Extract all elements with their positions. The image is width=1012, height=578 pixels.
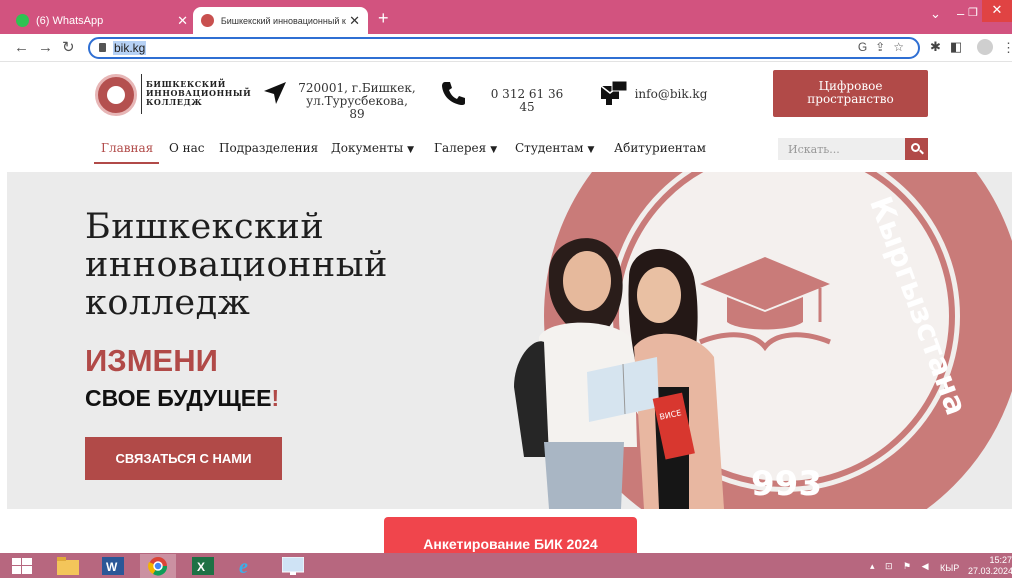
- hero-change-text: ИЗМЕНИ: [85, 343, 218, 378]
- email-icon: [600, 80, 628, 105]
- tab-college-title: Бишкекский инновационный к: [220, 15, 346, 26]
- students-photo: ВИСЕ: [514, 238, 724, 509]
- hero-banner: Кыргызстана 993 ВИСЕ Бишкекский инноваци…: [7, 172, 1012, 509]
- hero-future-label: СВОЕ БУДУЩЕЕ: [85, 385, 272, 411]
- bookmark-star-icon[interactable]: ☆: [893, 40, 912, 54]
- digital-space-line-2: пространство: [807, 92, 894, 106]
- nav-item-gallery[interactable]: Галерея ▼: [434, 141, 497, 155]
- system-tray-icons[interactable]: ▴ ⊡ ⚑ ◀: [870, 561, 933, 572]
- close-tab-icon[interactable]: ✕: [177, 13, 188, 29]
- address-bar[interactable]: bik.kg G⇪☆: [88, 37, 920, 59]
- new-tab-button[interactable]: +: [378, 9, 389, 27]
- hero-title-line-1: Бишкекский: [85, 207, 325, 247]
- nav-item-home[interactable]: Главная: [101, 141, 153, 155]
- side-panel-icon[interactable]: ◧: [950, 39, 971, 54]
- contact-us-button[interactable]: СВЯЗАТЬСЯ С НАМИ: [85, 437, 282, 480]
- windows-start-icon[interactable]: [12, 558, 32, 574]
- nav-item-departments[interactable]: Подразделения: [219, 141, 318, 155]
- hero-future-text: СВОЕ БУДУЩЕЕ!: [85, 385, 279, 412]
- reload-icon[interactable]: ↻: [62, 39, 75, 56]
- nav-item-applicants[interactable]: Абитуриентам: [614, 141, 706, 155]
- caret-down-icon: ▼: [587, 145, 595, 155]
- extensions-puzzle-icon[interactable]: ✱: [930, 39, 950, 54]
- file-explorer-icon[interactable]: [50, 554, 86, 578]
- hero-title-line-3: колледж: [85, 283, 251, 323]
- nav-item-students-label: Студентам: [515, 141, 584, 155]
- close-window-button[interactable]: ✕: [982, 0, 1012, 22]
- share-icon[interactable]: ⇪: [875, 40, 893, 54]
- profile-avatar[interactable]: [977, 39, 993, 55]
- omnibox-icons: G⇪☆: [858, 40, 912, 54]
- logo-divider: [141, 74, 142, 114]
- hero-title-line-2: инновационный: [85, 245, 388, 285]
- chrome-icon[interactable]: [140, 554, 176, 578]
- keyboard-language[interactable]: КЫР: [940, 563, 959, 573]
- seal-year: 993: [751, 464, 822, 504]
- logo-line-3: КОЛЛЕДЖ: [146, 97, 203, 107]
- college-favicon: [201, 14, 214, 27]
- svg-text:W: W: [106, 560, 118, 574]
- nav-item-students[interactable]: Студентам ▼: [515, 141, 594, 155]
- phone-number[interactable]: 0 312 61 36 45: [484, 88, 570, 114]
- taskbar-clock[interactable]: 15:27 27.03.2024: [968, 555, 1012, 577]
- whatsapp-icon: [16, 14, 29, 27]
- digital-space-button[interactable]: Цифровое пространство: [773, 70, 928, 117]
- svg-text:e: e: [239, 556, 248, 576]
- tab-college[interactable]: Бишкекский инновационный к ✕: [193, 7, 368, 34]
- nav-item-documents-label: Документы: [331, 141, 404, 155]
- email-address[interactable]: info@bik.kg: [634, 88, 708, 101]
- browser-menu-icon[interactable]: ⋮: [1002, 40, 1012, 56]
- tab-whatsapp[interactable]: (6) WhatsApp ✕: [8, 7, 196, 34]
- restore-button[interactable]: ❐: [968, 6, 978, 19]
- search-input[interactable]: Искать...: [778, 138, 905, 160]
- college-logo-emblem[interactable]: [95, 74, 137, 116]
- hero-exclamation: !: [271, 385, 280, 411]
- tab-whatsapp-title: (6) WhatsApp: [36, 14, 104, 27]
- nav-item-gallery-label: Галерея: [434, 141, 487, 155]
- browser-toolbar: ← → ↻ bik.kg G⇪☆: [0, 34, 1012, 62]
- lock-icon: [99, 43, 106, 52]
- back-arrow-icon[interactable]: ←: [14, 39, 29, 56]
- word-icon[interactable]: W: [95, 554, 131, 578]
- google-translate-icon[interactable]: G: [858, 40, 875, 54]
- caret-down-icon: ▼: [407, 145, 415, 155]
- survey-button[interactable]: Анкетирование БИК 2024: [384, 517, 637, 557]
- svg-text:X: X: [197, 560, 205, 574]
- forward-arrow-icon[interactable]: →: [38, 39, 53, 56]
- minimize-button[interactable]: –: [957, 6, 964, 21]
- tab-search-chevron-icon[interactable]: ⌄: [930, 6, 941, 22]
- excel-icon[interactable]: X: [185, 554, 221, 578]
- clock-date: 27.03.2024: [968, 566, 1012, 576]
- close-tab-icon[interactable]: ✕: [349, 13, 360, 29]
- hero-title: Бишкекский инновационный колледж: [85, 208, 388, 322]
- address-line-2: ул.Турусбекова, 89: [306, 94, 408, 121]
- caret-down-icon: ▼: [490, 145, 498, 155]
- internet-explorer-icon[interactable]: e: [230, 554, 266, 578]
- college-logo-text[interactable]: БИШКЕКСКИЙ ИННОВАЦИОННЫЙ КОЛЛЕДЖ: [146, 80, 251, 107]
- nav-active-underline: [94, 162, 159, 164]
- location-arrow-icon: [264, 82, 286, 104]
- address: 720001, г.Бишкек, ул.Турусбекова, 89: [298, 82, 416, 121]
- remote-desktop-icon[interactable]: [275, 554, 311, 578]
- extension-icons: ✱◧: [930, 39, 971, 55]
- phone-icon: [442, 82, 465, 105]
- nav-item-about[interactable]: О нас: [169, 141, 205, 155]
- nav-item-documents[interactable]: Документы ▼: [331, 141, 414, 155]
- url-text[interactable]: bik.kg: [113, 41, 147, 55]
- search-button[interactable]: [905, 138, 928, 160]
- clock-time: 15:27: [989, 555, 1012, 565]
